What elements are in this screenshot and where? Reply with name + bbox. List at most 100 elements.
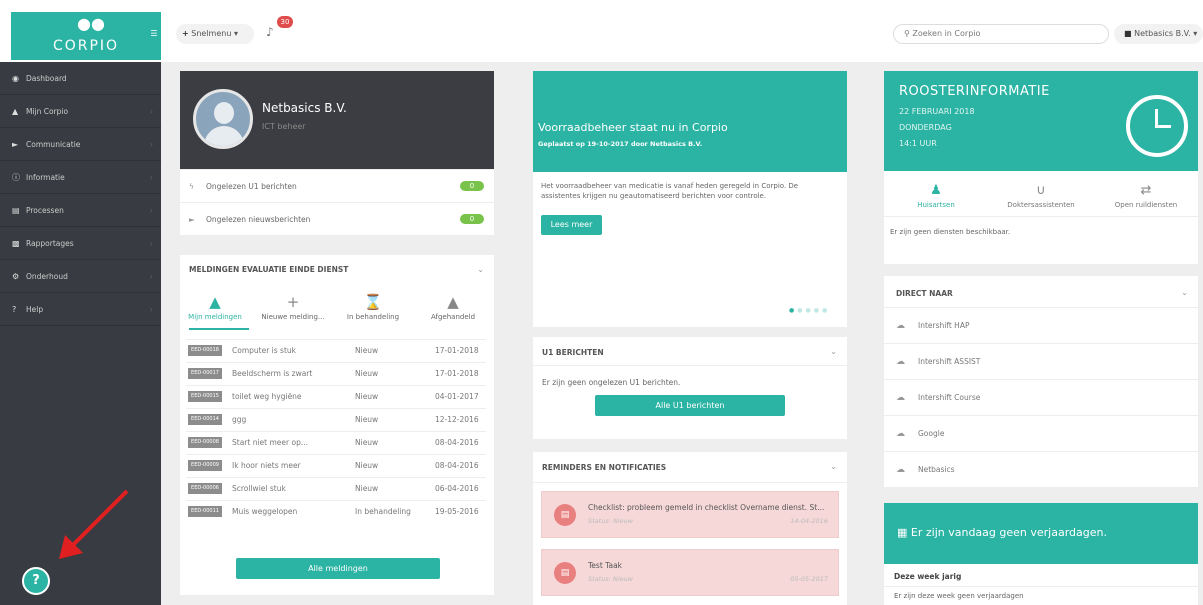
all-reports-button[interactable]: Alle meldingen bbox=[236, 558, 440, 579]
ticket-title: toilet weg hygiëne bbox=[232, 392, 302, 401]
search-input[interactable]: ⚲ Zoeken in Corpio bbox=[893, 24, 1109, 44]
link-label: Netbasics bbox=[918, 465, 955, 474]
search-icon: ⚲ bbox=[904, 29, 910, 38]
sidebar-item-informatie[interactable]: ⓘ Informatie › bbox=[0, 161, 161, 194]
bolt-icon: ϟ bbox=[189, 182, 194, 191]
reminder-item[interactable]: ▤ Test Taak Status: Nieuw 05-05-2017 bbox=[541, 549, 839, 596]
table-row[interactable]: EED-00017 Beeldscherm is zwart Nieuw 17-01-… bbox=[186, 362, 486, 383]
tab-nieuwe-melding[interactable]: + Nieuwe melding... bbox=[258, 293, 328, 321]
sidebar-item-communicatie[interactable]: ► Communicatie › bbox=[0, 128, 161, 161]
chevron-down-icon[interactable]: ⌄ bbox=[477, 265, 484, 274]
bell-icon[interactable]: ♪ bbox=[266, 25, 280, 41]
reminder-status: Status: Nieuw bbox=[588, 517, 634, 525]
info-icon: ⓘ bbox=[12, 173, 20, 182]
red-arrow-annotation bbox=[59, 489, 129, 559]
menu-toggle-button[interactable]: ☰ bbox=[147, 27, 161, 41]
sidebar-item-help[interactable]: ? Help › bbox=[0, 293, 161, 326]
ticket-code: EED-00014 bbox=[188, 414, 222, 425]
chevron-down-icon[interactable]: ⌄ bbox=[830, 347, 837, 356]
link-google[interactable]: ☁ Google bbox=[884, 415, 1198, 451]
reminder-item[interactable]: ▤ Checklist: probleem gemeld in checklis… bbox=[541, 491, 839, 538]
tab-doktersassistenten[interactable]: ∪ Doktersassistenten bbox=[989, 183, 1093, 209]
help-button[interactable]: ? bbox=[22, 567, 50, 595]
notifications-badge: 30 bbox=[277, 16, 293, 28]
sidebar-item-label: Communicatie bbox=[26, 140, 81, 149]
u1-empty-text: Er zijn geen ongelezen U1 berichten. bbox=[542, 378, 681, 387]
ticket-status: Nieuw bbox=[355, 346, 379, 355]
link-intershift-assist[interactable]: ☁ Intershift ASSIST bbox=[884, 343, 1198, 379]
week-birthdays-title: Deze week jarig bbox=[894, 572, 962, 581]
sidebar-item-mijn-corpio[interactable]: ▲ Mijn Corpio › bbox=[0, 95, 161, 128]
sidebar-item-label: Dashboard bbox=[26, 74, 67, 83]
user-icon: ▲ bbox=[12, 107, 19, 116]
lock-icon: ▲ bbox=[447, 293, 459, 311]
document-icon: ▤ bbox=[554, 504, 576, 526]
quick-menu-button[interactable]: + Snelmenu ▾ bbox=[176, 24, 254, 44]
chevron-down-icon[interactable]: ⌄ bbox=[1181, 288, 1188, 297]
panel-title: REMINDERS EN NOTIFICATIES bbox=[542, 463, 667, 472]
document-icon: ▤ bbox=[554, 562, 576, 584]
ticket-code: EED-00006 bbox=[188, 483, 222, 494]
chevron-right-icon: › bbox=[150, 173, 153, 182]
ticket-status: Nieuw bbox=[355, 484, 379, 493]
table-row[interactable]: EED-00009 Ik hoor niets meer Nieuw 08-04-20… bbox=[186, 454, 486, 475]
news-subtitle: Geplaatst op 19-10-2017 door Netbasics B… bbox=[538, 140, 703, 148]
ticket-date: 04-01-2017 bbox=[435, 392, 479, 401]
carousel-dots[interactable]: ●●●●● bbox=[789, 307, 830, 314]
read-more-button[interactable]: Lees meer bbox=[541, 215, 602, 235]
ticket-title: Scrollwiel stuk bbox=[232, 484, 286, 493]
rooster-date: 22 FEBRUARI 2018 bbox=[899, 107, 975, 116]
stat-label: Ongelezen U1 berichten bbox=[206, 182, 297, 191]
u1-panel: U1 BERICHTEN ⌄ Er zijn geen ongelezen U1… bbox=[533, 337, 847, 439]
count-pill: 0 bbox=[460, 181, 484, 191]
table-row[interactable]: EED-00008 Start niet meer op... Nieuw 08-04… bbox=[186, 431, 486, 452]
panel-title: U1 BERICHTEN bbox=[542, 348, 604, 357]
table-row[interactable]: EED-00018 Computer is stuk Nieuw 17-01-2018 bbox=[186, 339, 486, 360]
ticket-date: 08-04-2016 bbox=[435, 438, 479, 447]
sidebar-item-dashboard[interactable]: ◉ Dashboard bbox=[0, 62, 161, 95]
link-label: Intershift HAP bbox=[918, 321, 970, 330]
profile-name: Netbasics B.V. bbox=[262, 101, 347, 115]
link-intershift-course[interactable]: ☁ Intershift Course bbox=[884, 379, 1198, 415]
link-netbasics[interactable]: ☁ Netbasics bbox=[884, 451, 1198, 487]
list-icon: ▤ bbox=[12, 206, 20, 215]
user-menu-button[interactable]: ■ Netbasics B.V. ▾ bbox=[1114, 24, 1203, 44]
tab-label: Doktersassistenten bbox=[1007, 201, 1075, 209]
link-label: Google bbox=[918, 429, 945, 438]
cloud-icon: ☁ bbox=[896, 465, 905, 475]
table-row[interactable]: EED-00014 ggg Nieuw 12-12-2016 bbox=[186, 408, 486, 429]
menu-icon: ☰ bbox=[150, 29, 158, 38]
chevron-down-icon[interactable]: ⌄ bbox=[830, 462, 837, 471]
all-u1-button[interactable]: Alle U1 berichten bbox=[595, 395, 785, 416]
table-row[interactable]: EED-00006 Scrollwiel stuk Nieuw 06-04-2016 bbox=[186, 477, 486, 498]
sidebar-item-rapportages[interactable]: ▩ Rapportages › bbox=[0, 227, 161, 260]
table-row[interactable]: EED-00011 Muis weggelopen In behandeling 19… bbox=[186, 500, 486, 521]
sidebar-item-processen[interactable]: ▤ Processen › bbox=[0, 194, 161, 227]
stat-label: Ongelezen nieuwsberichten bbox=[206, 215, 311, 224]
hourglass-icon: ⌛ bbox=[363, 293, 383, 311]
active-tab-indicator bbox=[189, 328, 249, 330]
sidebar-item-onderhoud[interactable]: ⚙ Onderhoud › bbox=[0, 260, 161, 293]
tab-afgehandeld[interactable]: ▲ Afgehandeld bbox=[418, 293, 488, 321]
corpio-logo[interactable]: ●● CORPIO bbox=[11, 12, 161, 60]
table-row[interactable]: EED-00015 toilet weg hygiëne Nieuw 04-01-20… bbox=[186, 385, 486, 406]
unread-u1-row[interactable]: ϟ Ongelezen U1 berichten 0 bbox=[180, 170, 494, 203]
cloud-icon: ☁ bbox=[896, 393, 905, 403]
plus-icon: + bbox=[182, 29, 189, 38]
tab-huisartsen[interactable]: ♟ Huisartsen bbox=[884, 183, 988, 209]
tab-in-behandeling[interactable]: ⌛ In behandeling bbox=[338, 293, 408, 321]
tab-open-ruildiensten[interactable]: ⇄ Open ruildiensten bbox=[1094, 183, 1198, 209]
news-title[interactable]: Voorraadbeheer staat nu in Corpio bbox=[538, 121, 728, 134]
megaphone-icon: ► bbox=[12, 140, 19, 149]
reminder-date: 14-04-2016 bbox=[790, 517, 828, 525]
rooster-title: ROOSTERINFORMATIE bbox=[899, 84, 1050, 99]
rooster-body: ♟ Huisartsen ∪ Doktersassistenten ⇄ Open ru… bbox=[884, 171, 1198, 264]
ticket-code: EED-00008 bbox=[188, 437, 222, 448]
user-label: Netbasics B.V. ▾ bbox=[1134, 29, 1198, 38]
link-intershift-hap[interactable]: ☁ Intershift HAP bbox=[884, 307, 1198, 343]
unread-news-row[interactable]: ► Ongelezen nieuwsberichten 0 bbox=[180, 203, 494, 236]
panel-title: MELDINGEN EVALUATIE EINDE DIENST bbox=[189, 265, 349, 274]
tab-mijn-meldingen[interactable]: ▲ Mijn meldingen bbox=[180, 293, 250, 321]
chevron-right-icon: › bbox=[150, 239, 153, 248]
dashboard-icon: ◉ bbox=[12, 74, 19, 83]
